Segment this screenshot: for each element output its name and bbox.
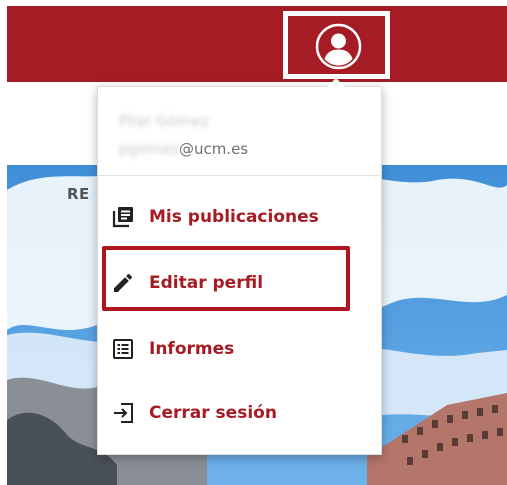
- section-label: RE: [67, 185, 90, 203]
- menu-item-cerrar-sesion[interactable]: Cerrar sesión: [104, 390, 349, 436]
- publications-icon: [104, 205, 142, 229]
- user-email: pgomez@ucm.es: [119, 140, 248, 158]
- menu-divider: [98, 175, 381, 176]
- user-name: Pilar Gómez: [119, 112, 209, 130]
- editar-perfil-highlight: [102, 246, 350, 311]
- menu-item-label: Informes: [149, 339, 235, 359]
- user-email-domain: @ucm.es: [178, 140, 249, 158]
- list-icon: [104, 337, 142, 361]
- menu-item-label: Mis publicaciones: [149, 207, 319, 227]
- menu-item-informes[interactable]: Informes: [104, 326, 349, 372]
- user-circle-icon: [315, 23, 362, 70]
- top-header-bar: [7, 6, 507, 82]
- menu-item-label: Cerrar sesión: [149, 403, 277, 423]
- menu-item-mis-publicaciones[interactable]: Mis publicaciones: [104, 194, 349, 240]
- user-email-local: pgomez: [119, 140, 179, 158]
- menu-caret: [327, 78, 345, 87]
- logout-icon: [104, 401, 142, 425]
- profile-menu-button[interactable]: [315, 23, 362, 70]
